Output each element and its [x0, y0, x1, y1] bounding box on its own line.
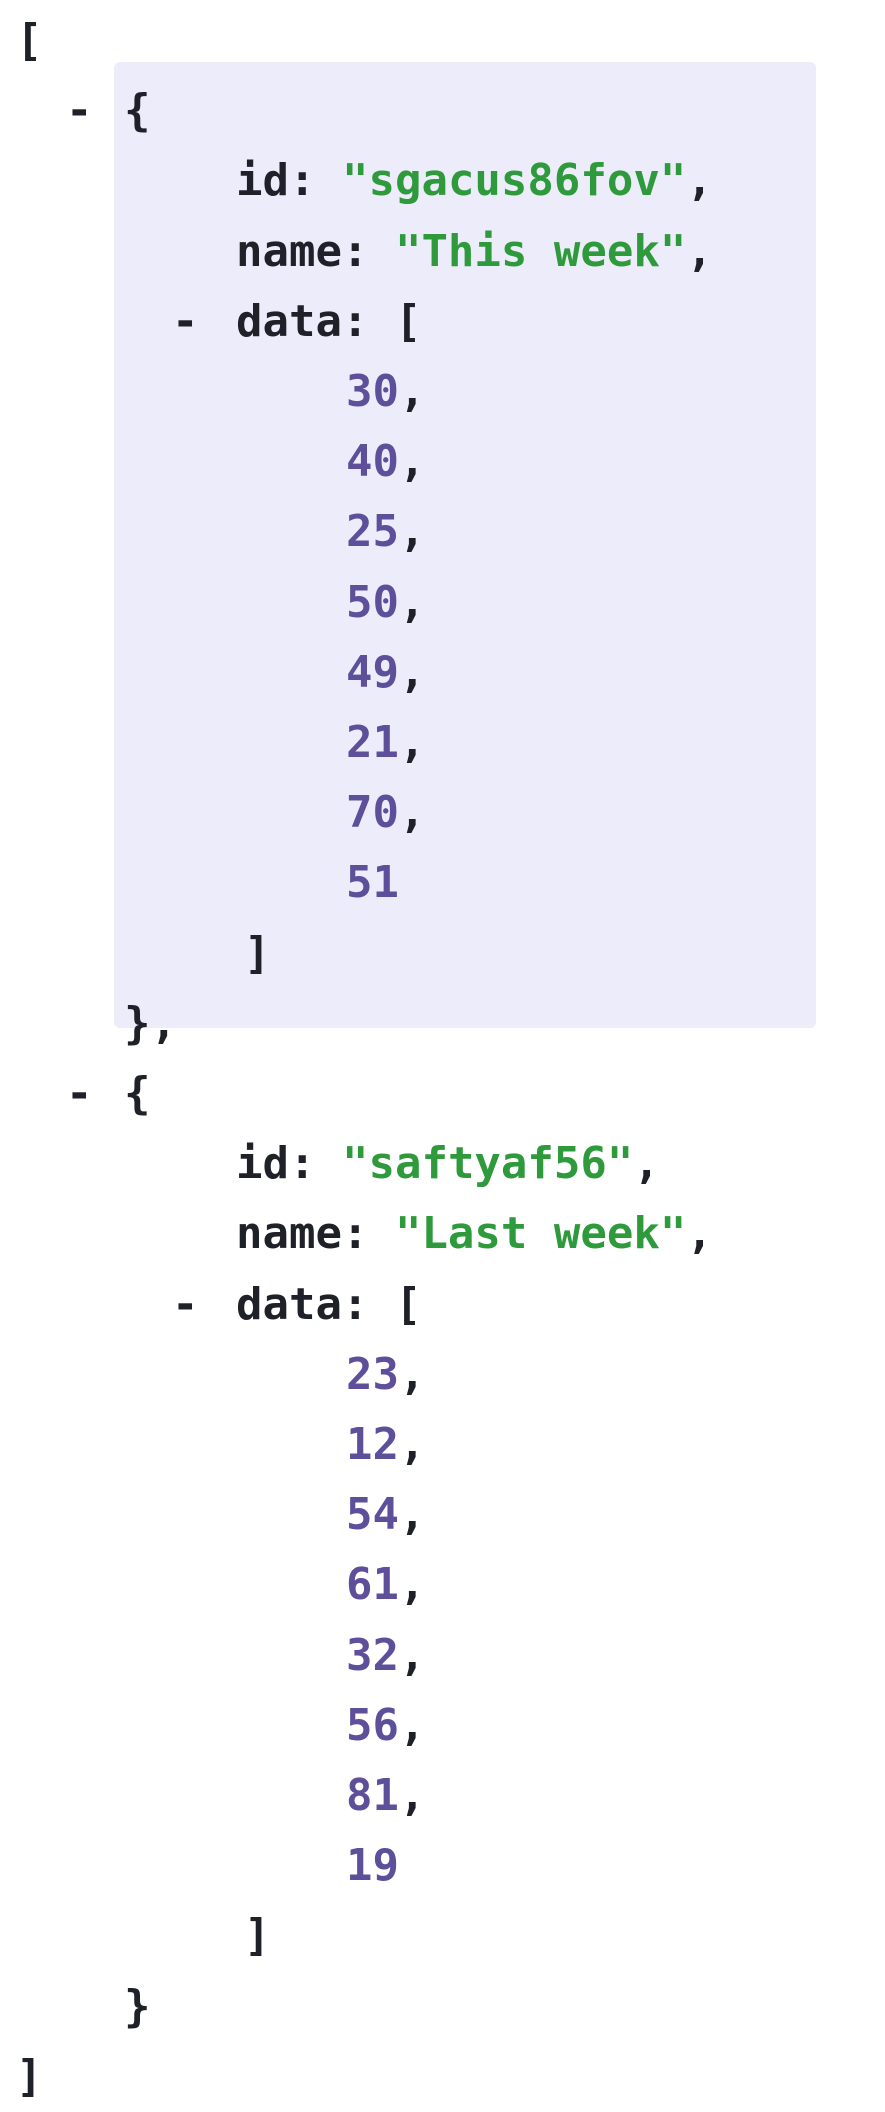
data-value: 61	[346, 1559, 399, 1611]
collapse-toggle-data-0[interactable]: -	[172, 299, 199, 343]
data-key: data:	[236, 1278, 369, 1330]
data-value: 12	[346, 1419, 399, 1470]
id-value: "sgacus86fov"	[341, 155, 687, 207]
data-item: 19	[346, 1831, 399, 1901]
data-value: 23	[346, 1348, 399, 1400]
comma: ,	[398, 646, 426, 698]
object-close-brace: },	[124, 997, 177, 1049]
data-value: 51	[346, 857, 399, 909]
data-item: 49,	[346, 638, 425, 708]
comma: ,	[398, 576, 426, 628]
comma: ,	[398, 787, 426, 839]
collapse-toggle-data-1[interactable]: -	[172, 1282, 199, 1326]
id-value: "saftyaf56"	[341, 1138, 634, 1190]
comma: ,	[398, 436, 426, 488]
data-value: 40	[346, 436, 399, 488]
json-viewer: [-{id: "sgacus86fov", name: "This week", -…	[0, 0, 885, 2102]
comma: ,	[686, 225, 713, 277]
comma: ,	[398, 506, 426, 558]
comma: ,	[398, 1559, 426, 1611]
data-line: data: [	[236, 287, 421, 357]
data-value: 56	[346, 1699, 399, 1751]
name-key: name:	[236, 225, 369, 277]
collapse-toggle-item-0[interactable]: -	[66, 89, 93, 133]
comma: ,	[398, 717, 426, 768]
data-item: 54,	[346, 1480, 425, 1550]
data-value: 50	[346, 576, 399, 628]
array-close-bracket: ]	[244, 1910, 271, 1962]
comma: ,	[398, 1699, 426, 1751]
data-value: 19	[346, 1840, 399, 1892]
object-open-brace: {	[124, 1068, 151, 1119]
data-item: 81,	[346, 1761, 425, 1831]
id-key: id:	[236, 1138, 316, 1190]
comma: ,	[398, 1419, 426, 1470]
data-item: 12,	[346, 1410, 425, 1480]
name-line: name: "This week",	[236, 217, 713, 287]
data-item: 32,	[346, 1621, 425, 1691]
data-value: 30	[346, 366, 399, 417]
data-line: data: [	[236, 1270, 421, 1340]
data-item: 61,	[346, 1550, 425, 1620]
data-item: 23,	[346, 1340, 425, 1410]
name-line: name: "Last week",	[236, 1199, 713, 1269]
name-value: "Last week"	[394, 1208, 687, 1260]
array-close-bracket: ]	[16, 2050, 43, 2102]
array-open-bracket: [	[368, 295, 422, 347]
comma: ,	[686, 155, 713, 207]
object-open-brace: {	[124, 85, 151, 137]
id-key: id:	[236, 155, 316, 207]
data-array-close: ]	[244, 919, 271, 989]
id-line: id: "sgacus86fov",	[236, 146, 713, 216]
data-value: 81	[346, 1770, 399, 1821]
array-open-bracket: [	[16, 15, 43, 66]
data-value: 25	[346, 506, 399, 558]
data-item: 40,	[346, 427, 425, 497]
data-item: 21,	[346, 708, 425, 778]
object-open-line: {	[124, 1059, 151, 1129]
collapse-toggle-item-1[interactable]: -	[66, 1072, 93, 1116]
data-item: 56,	[346, 1691, 425, 1761]
comma: ,	[398, 366, 426, 417]
object-close-line: }	[124, 1972, 151, 2042]
comma: ,	[398, 1770, 426, 1821]
data-item: 70,	[346, 778, 425, 848]
comma: ,	[633, 1138, 660, 1190]
data-value: 21	[346, 717, 399, 768]
object-close-brace: }	[124, 1980, 151, 2032]
array-open-bracket: [	[368, 1278, 422, 1330]
data-item: 51	[346, 848, 399, 918]
comma: ,	[398, 1348, 426, 1400]
name-value: "This week"	[394, 225, 687, 277]
data-item: 25,	[346, 497, 425, 567]
data-array-close: ]	[244, 1901, 271, 1971]
data-item: 30,	[346, 357, 425, 427]
name-key: name:	[236, 1208, 369, 1260]
comma: ,	[398, 1629, 426, 1681]
comma: ,	[686, 1208, 713, 1260]
object-open-line: {	[124, 76, 151, 146]
root-array-open: [	[16, 6, 43, 76]
root-array-close: ]	[16, 2042, 43, 2112]
data-value: 49	[346, 646, 399, 698]
comma: ,	[398, 1489, 426, 1541]
data-value: 32	[346, 1629, 399, 1681]
id-line: id: "saftyaf56",	[236, 1129, 660, 1199]
data-key: data:	[236, 295, 369, 347]
array-close-bracket: ]	[244, 927, 271, 979]
data-value: 70	[346, 787, 399, 839]
data-value: 54	[346, 1489, 399, 1541]
data-item: 50,	[346, 568, 425, 638]
object-close-line: },	[124, 989, 177, 1059]
